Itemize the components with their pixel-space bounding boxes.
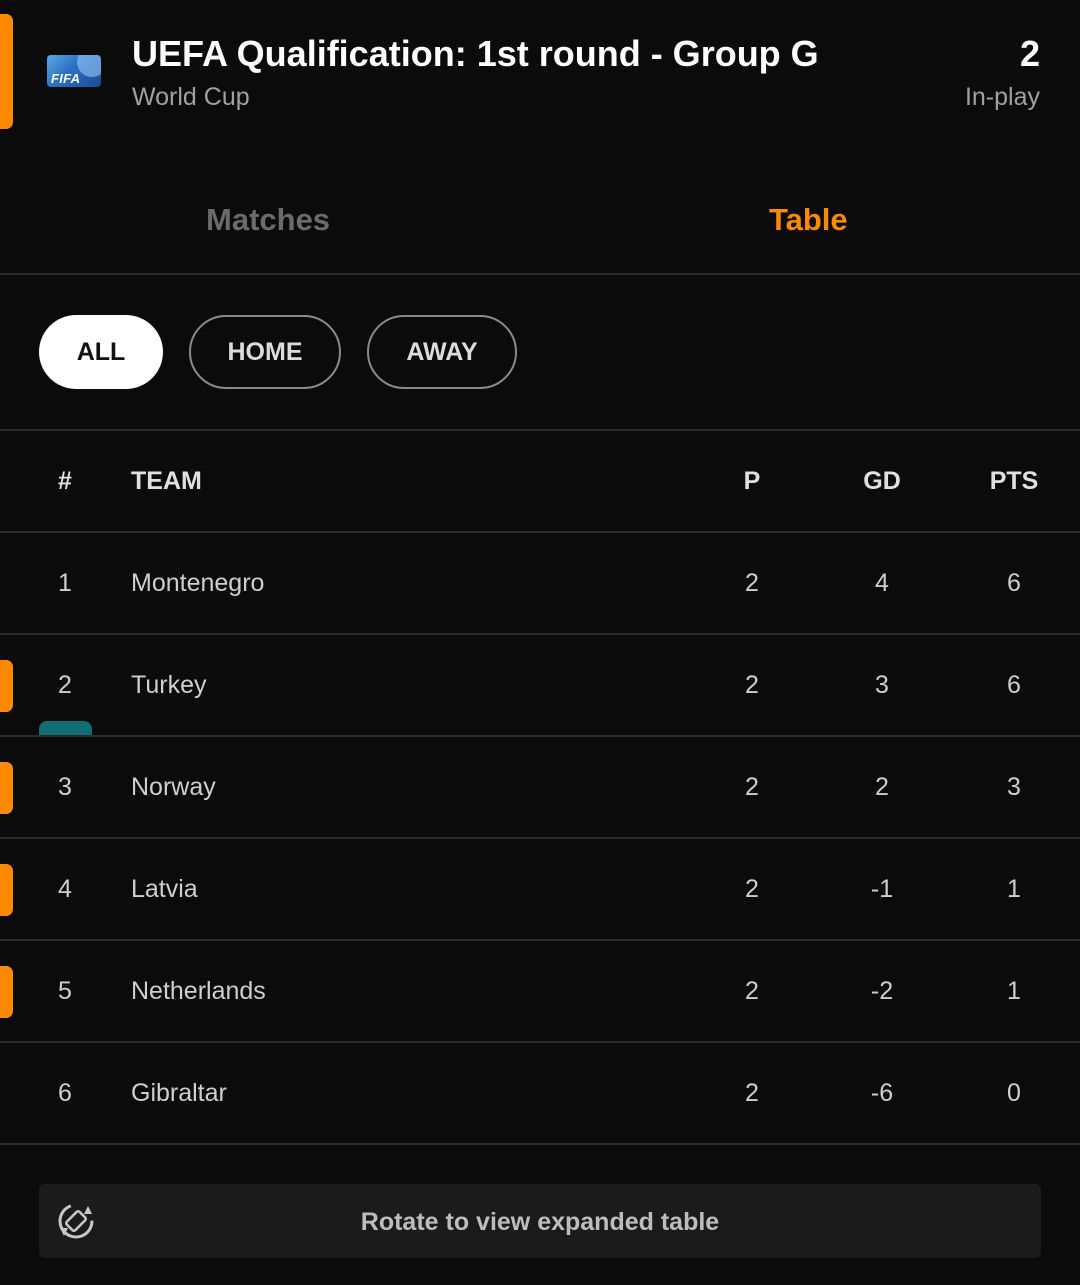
header-points: PTS bbox=[989, 467, 1039, 495]
standings-header-row: # TEAM P GD PTS bbox=[0, 431, 1080, 533]
table-row[interactable]: 4 Latvia 2 -1 1 bbox=[0, 839, 1080, 941]
row-team: Norway bbox=[131, 773, 216, 801]
header-goal-difference: GD bbox=[863, 467, 901, 495]
row-played: 2 bbox=[745, 773, 759, 801]
row-played: 2 bbox=[745, 977, 759, 1005]
rotate-banner[interactable]: Rotate to view expanded table bbox=[39, 1184, 1041, 1258]
row-team: Montenegro bbox=[131, 569, 265, 597]
row-played: 2 bbox=[745, 1079, 759, 1107]
filter-away-button[interactable]: AWAY bbox=[367, 315, 517, 389]
rotate-banner-text: Rotate to view expanded table bbox=[360, 1208, 720, 1236]
row-goal-difference: -6 bbox=[870, 1079, 894, 1107]
row-team: Latvia bbox=[131, 875, 198, 903]
competition-header[interactable]: FIFA UEFA Qualification: 1st round - Gro… bbox=[0, 0, 1080, 160]
row-rank: 3 bbox=[58, 773, 72, 801]
table-row[interactable]: 5 Netherlands 2 -2 1 bbox=[0, 941, 1080, 1043]
row-played: 2 bbox=[745, 671, 759, 699]
header-team: TEAM bbox=[131, 467, 202, 495]
filter-chips: ALL HOME AWAY bbox=[0, 276, 1080, 431]
row-played: 2 bbox=[745, 875, 759, 903]
filter-home-button[interactable]: HOME bbox=[189, 315, 341, 389]
qualification-indicator bbox=[39, 721, 92, 735]
row-goal-difference: 2 bbox=[875, 773, 889, 801]
row-points: 6 bbox=[1007, 569, 1021, 597]
standings-rows: 1 Montenegro 2 4 6 2 Turkey 2 3 6 3 Norw… bbox=[0, 533, 1080, 1145]
view-tabs: Matches Table bbox=[0, 160, 1080, 275]
live-indicator-bar bbox=[0, 14, 13, 129]
filter-all-button[interactable]: ALL bbox=[39, 315, 163, 389]
table-row[interactable]: 3 Norway 2 2 3 bbox=[0, 737, 1080, 839]
fifa-logo: FIFA bbox=[47, 55, 101, 87]
row-points: 1 bbox=[1007, 977, 1021, 1005]
row-points: 0 bbox=[1007, 1079, 1021, 1107]
standings-page: FIFA UEFA Qualification: 1st round - Gro… bbox=[0, 0, 1080, 1285]
row-rank: 4 bbox=[58, 875, 72, 903]
header-played: P bbox=[743, 467, 761, 495]
row-points: 3 bbox=[1007, 773, 1021, 801]
row-goal-difference: 4 bbox=[875, 569, 889, 597]
row-played: 2 bbox=[745, 569, 759, 597]
header-rank: # bbox=[58, 467, 72, 495]
row-goal-difference: 3 bbox=[875, 671, 889, 699]
table-row[interactable]: 2 Turkey 2 3 6 bbox=[0, 635, 1080, 737]
live-match-count: 2 bbox=[1019, 33, 1040, 74]
tab-matches[interactable]: Matches bbox=[206, 202, 330, 238]
row-rank: 1 bbox=[58, 569, 72, 597]
live-status-label: In-play bbox=[964, 83, 1040, 111]
row-rank: 2 bbox=[58, 671, 72, 699]
row-goal-difference: -1 bbox=[870, 875, 894, 903]
table-row[interactable]: 6 Gibraltar 2 -6 0 bbox=[0, 1043, 1080, 1145]
row-points: 1 bbox=[1007, 875, 1021, 903]
row-goal-difference: -2 bbox=[870, 977, 894, 1005]
competition-title: UEFA Qualification: 1st round - Group G bbox=[132, 33, 819, 74]
row-rank: 6 bbox=[58, 1079, 72, 1107]
table-row[interactable]: 1 Montenegro 2 4 6 bbox=[0, 533, 1080, 635]
row-team: Turkey bbox=[131, 671, 207, 699]
row-rank: 5 bbox=[58, 977, 72, 1005]
row-team: Gibraltar bbox=[131, 1079, 227, 1107]
row-team: Netherlands bbox=[131, 977, 266, 1005]
tab-table[interactable]: Table bbox=[769, 202, 848, 238]
row-points: 6 bbox=[1007, 671, 1021, 699]
competition-subtitle: World Cup bbox=[132, 83, 250, 111]
